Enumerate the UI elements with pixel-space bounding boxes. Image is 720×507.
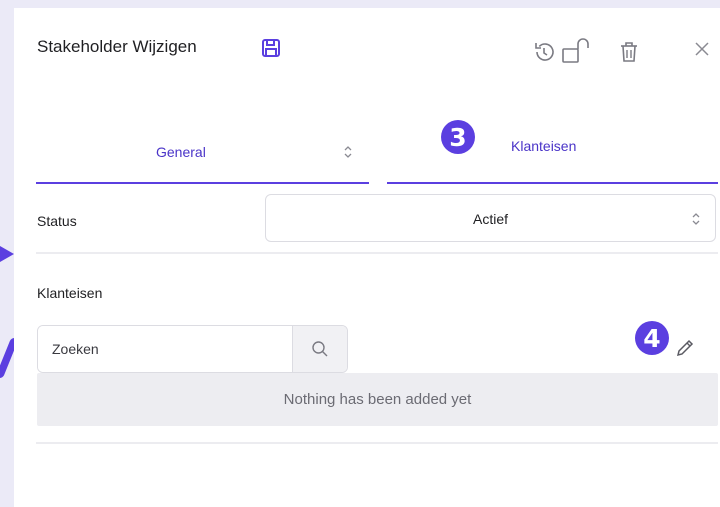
status-value: Actief [472, 211, 508, 227]
search-box [37, 325, 348, 373]
history-icon[interactable] [532, 40, 556, 69]
pencil-icon [676, 339, 694, 357]
save-icon[interactable] [261, 38, 281, 58]
stakeholder-dialog: Stakeholder Wijzigen General Klanteisen … [14, 8, 720, 507]
unlock-icon[interactable] [561, 38, 593, 69]
dialog-title: Stakeholder Wijzigen [37, 37, 197, 56]
klanteisen-label: Klanteisen [37, 285, 103, 301]
annotation-badge-3: 3 [441, 120, 475, 154]
divider [36, 442, 718, 444]
status-label: Status [37, 213, 77, 229]
divider [36, 252, 718, 254]
search-input[interactable] [38, 326, 292, 372]
status-select[interactable]: Actief [265, 194, 716, 242]
tab-general[interactable]: General [36, 130, 369, 184]
annotation-arrow [0, 246, 14, 262]
search-button[interactable] [292, 326, 347, 372]
tab-klanteisen[interactable]: Klanteisen [387, 130, 718, 184]
search-icon [312, 341, 328, 357]
empty-state: Nothing has been added yet [37, 373, 718, 426]
chevron-up-down-icon [691, 211, 701, 232]
close-icon[interactable] [693, 40, 711, 63]
tab-klanteisen-label: Klanteisen [511, 138, 577, 154]
chevron-up-down-icon [343, 144, 353, 165]
trash-icon[interactable] [618, 40, 640, 69]
annotation-badge-4: 4 [635, 321, 669, 355]
tab-general-label: General [156, 144, 206, 160]
